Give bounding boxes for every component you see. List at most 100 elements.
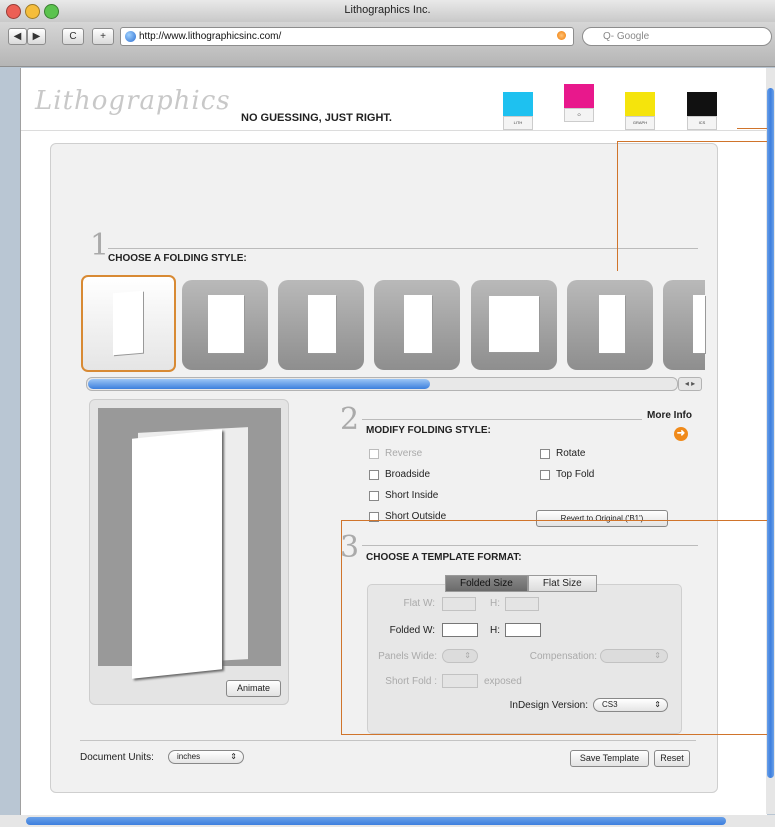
tab-flat-size[interactable]: Flat Size xyxy=(527,575,597,592)
folded-height-input[interactable] xyxy=(505,623,541,637)
fold-page-icon xyxy=(599,295,625,353)
fold-preview-canvas xyxy=(98,408,281,679)
step1-label: CHOOSE A FOLDING STYLE: xyxy=(108,253,247,264)
short-fold-label: Short Fold : xyxy=(385,676,437,687)
preview-front-page xyxy=(132,429,222,679)
search-placeholder: Q- Google xyxy=(603,31,650,42)
fold-style-5[interactable] xyxy=(471,280,557,370)
checkbox-box[interactable] xyxy=(369,490,379,501)
site-header: Lithographics NO GUESSING, JUST RIGHT. L… xyxy=(21,68,767,131)
compensation-select[interactable]: ⇕ xyxy=(600,649,668,663)
forward-button[interactable]: ▶ xyxy=(27,28,46,45)
vertical-scrollbar[interactable] xyxy=(766,68,775,814)
fold-style-6[interactable] xyxy=(567,280,653,370)
horizontal-scrollbar[interactable] xyxy=(0,815,775,827)
flat-height-label: H: xyxy=(490,598,500,609)
fold-style-scrollbar[interactable] xyxy=(86,377,678,391)
step1-divider xyxy=(108,248,698,249)
step3-label: CHOOSE A TEMPLATE FORMAT: xyxy=(366,552,522,563)
site-logo[interactable]: Lithographics xyxy=(35,86,231,116)
checkbox-box[interactable] xyxy=(540,448,550,459)
step2-number: 2 xyxy=(340,402,360,437)
revert-to-original-button[interactable]: Revert to Original ('B1') xyxy=(536,510,668,527)
fold-style-scroll-thumb[interactable] xyxy=(88,379,430,389)
step3-number: 3 xyxy=(340,530,360,565)
fold-style-1[interactable] xyxy=(81,275,176,372)
flat-width-input[interactable] xyxy=(442,597,476,611)
indesign-version-value: CS3 xyxy=(602,700,618,709)
animate-button[interactable]: Animate xyxy=(226,680,281,697)
browser-window: Lithographics Inc. ◀ ▶ C + http://www.li… xyxy=(0,0,775,827)
vertical-scroll-thumb[interactable] xyxy=(767,88,774,778)
step2-divider xyxy=(362,419,642,420)
fold-style-scroll-arrows[interactable]: ◂ ▸ xyxy=(678,377,702,391)
fold-page-icon xyxy=(208,295,244,353)
swatch-color xyxy=(503,92,533,116)
document-units-value: inches xyxy=(177,752,201,761)
checkbox-box[interactable] xyxy=(369,448,379,459)
fold-style-4[interactable] xyxy=(374,280,460,370)
address-bar[interactable]: http://www.lithographicsinc.com/ xyxy=(120,27,574,46)
folded-height-label: H: xyxy=(490,625,500,636)
callout-line xyxy=(341,520,767,521)
callout-line xyxy=(341,734,767,735)
search-input[interactable]: Q- Google xyxy=(582,27,772,46)
checkbox-label: Top Fold xyxy=(556,469,595,480)
panels-wide-stepper[interactable]: ⇕ xyxy=(442,649,478,663)
folded-width-label: Folded W: xyxy=(389,625,435,636)
callout-line xyxy=(617,141,767,142)
fold-page-icon xyxy=(489,296,539,352)
checkbox-box[interactable] xyxy=(369,469,379,480)
reverse-checkbox[interactable]: Reverse xyxy=(369,448,422,459)
step1-number: 1 xyxy=(90,228,110,263)
flat-height-input[interactable] xyxy=(505,597,539,611)
save-template-button[interactable]: Save Template xyxy=(570,750,649,767)
add-bookmark-button[interactable]: + xyxy=(92,28,114,45)
more-info-link[interactable]: More Info xyxy=(647,410,692,421)
folded-width-input[interactable] xyxy=(442,623,478,637)
swatch-black: ICS xyxy=(687,92,717,130)
reset-button[interactable]: Reset xyxy=(654,750,690,767)
swatch-yellow: GRAPH xyxy=(625,92,655,130)
swatch-label: GRAPH xyxy=(625,116,655,130)
tab-folded-size[interactable]: Folded Size xyxy=(445,575,528,592)
browser-toolbar: ◀ ▶ C + http://www.lithographicsinc.com/… xyxy=(0,22,775,67)
short-fold-input[interactable] xyxy=(442,674,478,688)
checkbox-box[interactable] xyxy=(540,469,550,480)
document-units-label: Document Units: xyxy=(80,752,154,763)
swatch-magenta: O xyxy=(564,84,594,122)
step2-label: MODIFY FOLDING STYLE: xyxy=(366,425,491,436)
reload-button[interactable]: C xyxy=(62,28,84,45)
fold-preview-panel: Animate xyxy=(89,399,289,705)
fold-style-2[interactable] xyxy=(182,280,268,370)
checkbox-label: Reverse xyxy=(385,448,423,459)
swatch-color xyxy=(687,92,717,116)
swatch-color xyxy=(625,92,655,116)
checkbox-label: Short Inside xyxy=(385,490,439,501)
back-button[interactable]: ◀ xyxy=(8,28,27,45)
fold-style-7[interactable] xyxy=(663,280,705,370)
arrow-right-icon[interactable]: ➜ xyxy=(674,427,688,441)
short-inside-checkbox[interactable]: Short Inside xyxy=(369,490,438,501)
url-text: http://www.lithographicsinc.com/ xyxy=(139,31,282,42)
top-fold-checkbox[interactable]: Top Fold xyxy=(540,469,594,480)
horizontal-scroll-thumb[interactable] xyxy=(26,817,726,825)
swatch-cyan: LITH xyxy=(503,92,533,130)
rss-icon[interactable] xyxy=(557,31,566,40)
size-tabs: Folded Size Flat Size xyxy=(445,575,597,592)
fold-page-icon xyxy=(693,295,705,353)
indesign-version-select[interactable]: CS3 ⇕ xyxy=(593,698,668,712)
checkbox-label: Rotate xyxy=(556,448,586,459)
broadside-checkbox[interactable]: Broadside xyxy=(369,469,430,480)
callout-line xyxy=(341,520,342,734)
globe-icon xyxy=(125,31,136,42)
title-bar: Lithographics Inc. xyxy=(0,0,775,23)
fold-page-icon xyxy=(308,295,336,353)
indesign-version-label: InDesign Version: xyxy=(509,700,588,711)
rotate-checkbox[interactable]: Rotate xyxy=(540,448,585,459)
document-units-select[interactable]: inches ⇕ xyxy=(168,750,244,764)
fold-page-icon xyxy=(404,295,432,353)
compensation-label: Compensation: xyxy=(529,651,597,662)
fold-style-3[interactable] xyxy=(278,280,364,370)
swatch-label: O xyxy=(564,108,594,122)
